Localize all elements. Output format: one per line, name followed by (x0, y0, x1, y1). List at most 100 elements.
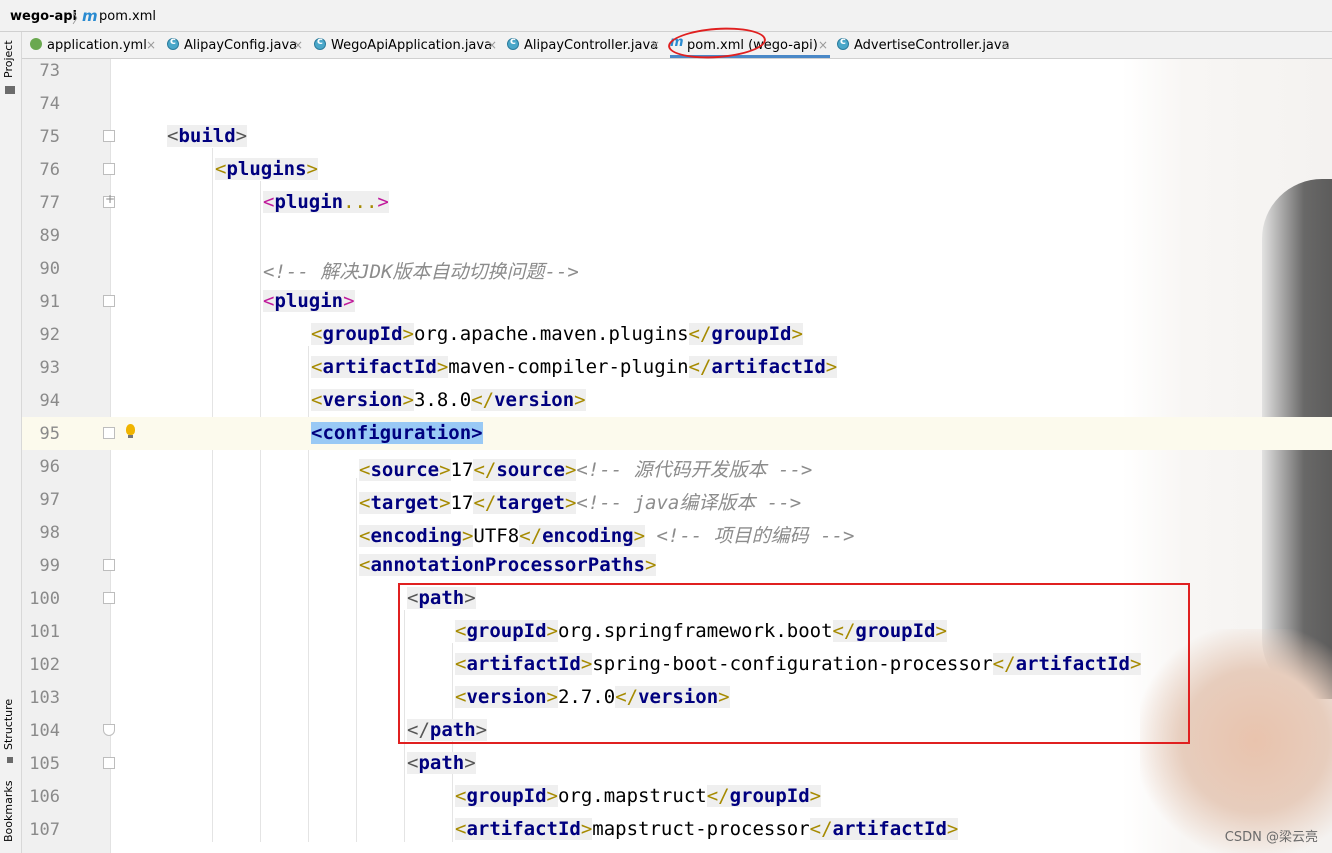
xml-tag-token: > (343, 290, 355, 312)
collapse-fold-icon[interactable] (103, 559, 115, 571)
intention-bulb-icon[interactable] (126, 424, 135, 438)
code-editor[interactable]: 73 74 75<build>76<plugins> 77 <plugin...> 89 9… (22, 59, 1332, 853)
line-number[interactable]: 101 (22, 622, 60, 642)
xml-comment: <!-- 源代码开发版本 --> (576, 459, 813, 481)
line-number[interactable]: 77 (22, 193, 60, 213)
code-line[interactable]: 96 <source>17</source><!-- 源代码开发版本 --> (22, 450, 1332, 483)
collapse-fold-icon[interactable] (103, 757, 115, 769)
code-text: <plugin> (263, 290, 355, 312)
code-text: <configuration> (311, 422, 483, 444)
xml-value: UTF8 (473, 525, 520, 547)
code-text: <artifactId>maven-compiler-plugin</artif… (311, 356, 838, 378)
xml-tag-token: > (946, 818, 959, 840)
code-text: <artifactId>mapstruct-processor</artifac… (455, 818, 959, 840)
close-icon[interactable]: × (487, 38, 497, 52)
breadcrumb: wego-api 〉 m pom.xml (0, 0, 1332, 32)
code-line[interactable]: 93 <artifactId>maven-compiler-plugin</art… (22, 351, 1332, 384)
xml-tag-token: < (455, 785, 467, 807)
code-line[interactable]: 107 <artifactId>mapstruct-processor</arti… (22, 813, 1332, 846)
tab-advertisecontroller-java[interactable]: AdvertiseController.java× (837, 32, 1012, 58)
code-line[interactable]: 92 <groupId>org.apache.maven.plugins</gro… (22, 318, 1332, 351)
expand-fold-icon[interactable] (103, 192, 115, 208)
xml-tag-token: source (496, 459, 565, 481)
breadcrumb-file[interactable]: pom.xml (99, 9, 156, 24)
breadcrumb-project[interactable]: wego-api (10, 9, 77, 24)
line-number[interactable]: 106 (22, 787, 60, 807)
code-line[interactable]: 91 <plugin> (22, 285, 1332, 318)
code-line[interactable]: 74 (22, 87, 1332, 120)
collapse-fold-icon[interactable] (103, 592, 115, 604)
code-line[interactable]: 77 <plugin...> (22, 186, 1332, 219)
code-line[interactable]: 95 <configuration> (22, 417, 1332, 450)
code-line[interactable]: 94 <version>3.8.0</version> (22, 384, 1332, 417)
code-text: <groupId>org.mapstruct</groupId> (455, 785, 822, 807)
line-number[interactable]: 102 (22, 655, 60, 675)
line-number[interactable]: 103 (22, 688, 60, 708)
xml-tag-token: > (436, 356, 449, 378)
bookmarks-panel-tab[interactable]: Bookmarks (2, 781, 15, 842)
code-text: <groupId>org.apache.maven.plugins</group… (311, 323, 803, 345)
line-number[interactable]: 104 (22, 721, 60, 741)
line-number[interactable]: 93 (22, 358, 60, 378)
xml-tag-token: encoding (542, 525, 634, 547)
xml-tag-token: ... (343, 191, 378, 213)
xml-value: org.mapstruct (557, 785, 707, 807)
collapse-fold-icon[interactable] (103, 295, 115, 307)
line-number[interactable]: 90 (22, 259, 60, 279)
close-icon[interactable]: × (146, 38, 156, 52)
line-number[interactable]: 97 (22, 490, 60, 510)
close-icon[interactable]: × (818, 38, 828, 52)
xml-tag-token: > (461, 525, 474, 547)
code-line[interactable]: 89 (22, 219, 1332, 252)
code-text: <plugin...> (263, 191, 389, 213)
line-number[interactable]: 96 (22, 457, 60, 477)
xml-tag-token: < (359, 525, 371, 547)
code-line[interactable]: 90 <!-- 解决JDK版本自动切换问题--> (22, 252, 1332, 285)
xml-tag-token: </ (473, 492, 497, 514)
xml-value: maven-compiler-plugin (448, 356, 689, 378)
xml-tag-token: < (359, 492, 371, 514)
code-line[interactable]: 73 (22, 59, 1332, 87)
code-line[interactable]: 76 <plugins> (22, 153, 1332, 186)
code-line[interactable]: 97 <target>17</target><!-- java编译版本 --> (22, 483, 1332, 516)
code-line[interactable]: 98 <encoding>UTF8</encoding> <!-- 项目的编码 -… (22, 516, 1332, 549)
left-tool-strip: Project Structure Bookmarks (0, 32, 22, 853)
line-number[interactable]: 91 (22, 292, 60, 312)
line-number[interactable]: 99 (22, 556, 60, 576)
collapse-fold-icon[interactable] (103, 724, 115, 736)
xml-tag-token: < (311, 356, 323, 378)
tab-application-yml[interactable]: application.yml × (30, 32, 158, 58)
close-icon[interactable]: × (293, 38, 303, 52)
close-icon[interactable]: × (650, 38, 660, 52)
xml-value: 17 (450, 459, 474, 481)
line-number[interactable]: 98 (22, 523, 60, 543)
code-line[interactable]: 106 <groupId>org.mapstruct</groupId> (22, 780, 1332, 813)
tab-alipaycontroller-java[interactable]: AlipayController.java× (507, 32, 662, 58)
collapse-fold-icon[interactable] (103, 163, 115, 175)
structure-icon (7, 757, 13, 763)
line-number[interactable]: 107 (22, 820, 60, 840)
tab-wegoapiapplication-java[interactable]: WegoApiApplication.java× (314, 32, 499, 58)
line-number[interactable]: 89 (22, 226, 60, 246)
line-number[interactable]: 73 (22, 61, 60, 81)
collapse-fold-icon[interactable] (103, 427, 115, 439)
xml-tag-token: > (574, 389, 586, 411)
tab-alipayconfig-java[interactable]: AlipayConfig.java× (167, 32, 305, 58)
line-number[interactable]: 75 (22, 127, 60, 147)
line-number[interactable]: 94 (22, 391, 60, 411)
line-number[interactable]: 76 (22, 160, 60, 180)
close-icon[interactable]: × (1000, 38, 1010, 52)
project-panel-tab[interactable]: Project (2, 40, 15, 78)
line-number[interactable]: 92 (22, 325, 60, 345)
line-number[interactable]: 105 (22, 754, 60, 774)
code-line[interactable]: 75 <build> (22, 120, 1332, 153)
xml-tag-token: > (564, 492, 577, 514)
structure-panel-tab[interactable]: Structure (2, 699, 15, 750)
line-number[interactable]: 100 (22, 589, 60, 609)
line-number[interactable]: 74 (22, 94, 60, 114)
code-line[interactable]: 99 <annotationProcessorPaths> (22, 549, 1332, 582)
collapse-fold-icon[interactable] (103, 130, 115, 142)
xml-tag-token: groupId (711, 323, 792, 345)
line-number[interactable]: 95 (22, 424, 60, 444)
code-line[interactable]: 105 <path> (22, 747, 1332, 780)
